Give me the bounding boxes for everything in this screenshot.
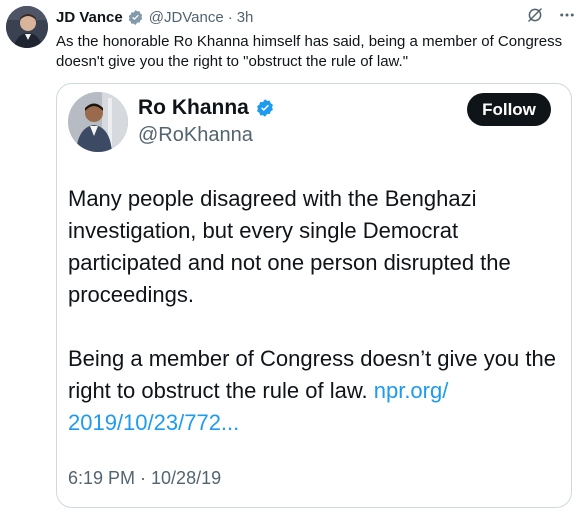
separator-dot: ·	[227, 8, 233, 26]
tweet-time[interactable]: 3h	[237, 9, 254, 26]
verified-badge-icon	[255, 98, 275, 118]
tweet-header: JD Vance @JDVance · 3h	[56, 6, 576, 28]
quoted-author-name[interactable]: Ro Khanna	[138, 96, 249, 120]
follow-button[interactable]: Follow	[467, 93, 551, 126]
quoted-tweet-card[interactable]: Ro Khanna @RoKhanna Follow Many people d…	[56, 83, 572, 508]
quoted-paragraph-2-text: Being a member of Congress doesn’t give …	[68, 346, 556, 403]
quoted-paragraph-1: Many people disagreed with the Benghazi …	[68, 186, 511, 307]
quoted-paragraph-2: Being a member of Congress doesn’t give …	[68, 343, 563, 439]
grok-icon[interactable]	[526, 6, 544, 28]
quoted-tweet-body: Many people disagreed with the Benghazi …	[68, 183, 563, 439]
header-actions	[526, 6, 576, 28]
quoted-author-handle[interactable]: @RoKhanna	[138, 124, 253, 147]
quoted-author-name-row: Ro Khanna	[138, 96, 280, 120]
verified-badge-icon	[127, 9, 144, 26]
author-handle[interactable]: @JDVance	[149, 9, 224, 26]
tweet-text: As the honorable Ro Khanna himself has s…	[56, 33, 563, 70]
author-avatar[interactable]	[6, 6, 48, 48]
quoted-author-avatar[interactable]	[68, 92, 128, 152]
more-icon[interactable]	[558, 6, 576, 28]
quoted-tweet-timestamp[interactable]: 6:19 PM · 10/28/19	[68, 468, 221, 489]
author-name[interactable]: JD Vance	[56, 9, 123, 26]
